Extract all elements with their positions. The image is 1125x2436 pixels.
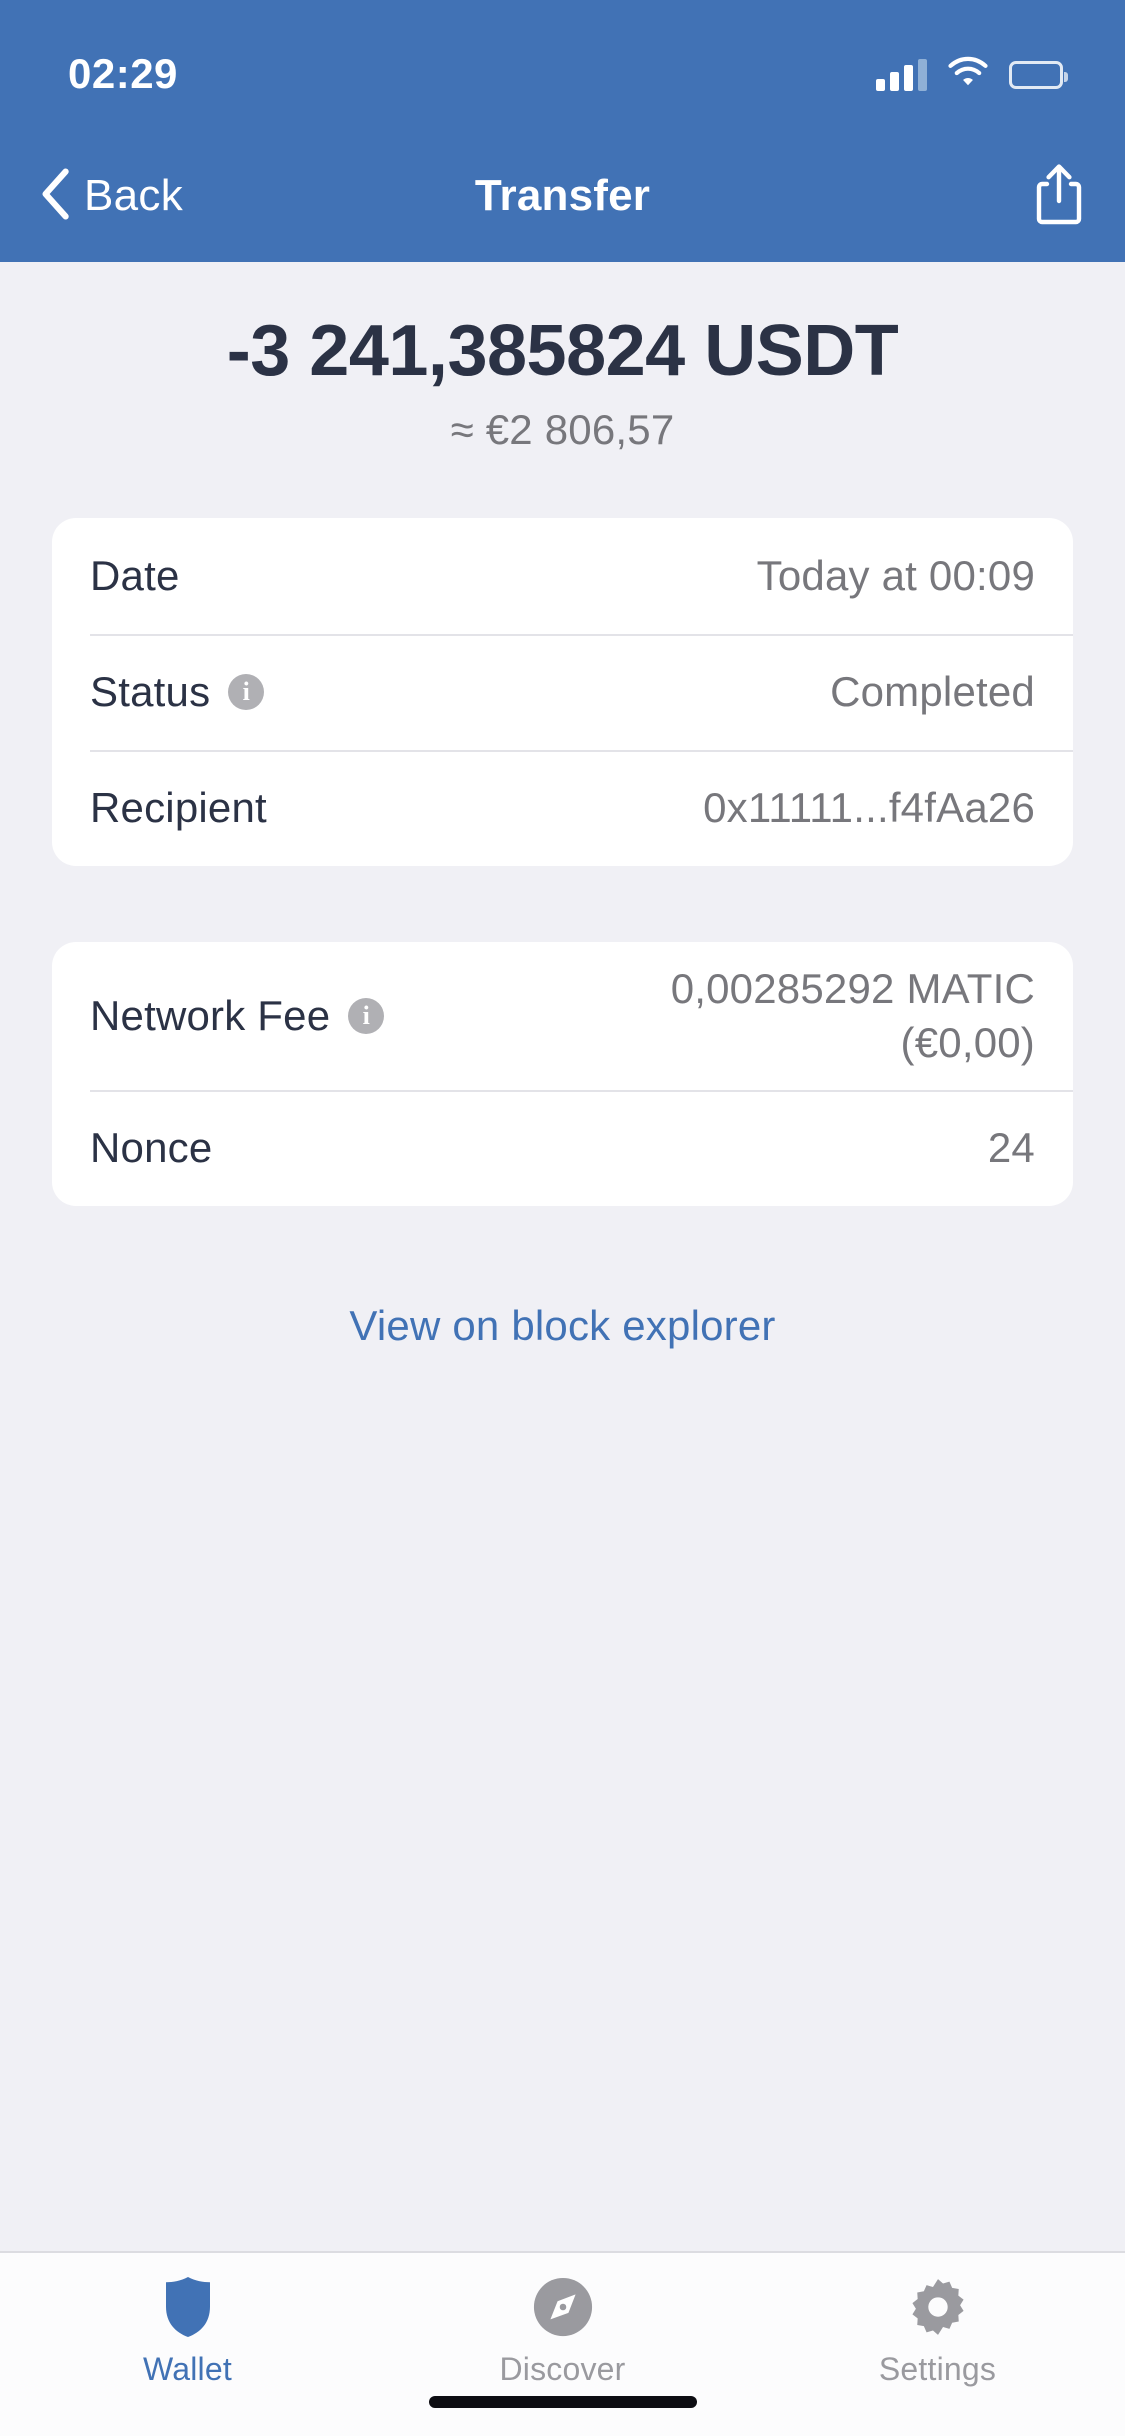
wifi-icon <box>947 56 989 93</box>
table-row: Date Today at 00:09 <box>52 518 1073 634</box>
nonce-value: 24 <box>987 1123 1035 1171</box>
home-indicator <box>428 2396 697 2408</box>
info-icon[interactable]: i <box>348 997 385 1034</box>
recipient-label: Recipient <box>90 783 267 831</box>
network-fee-fiat: (€0,00) <box>900 1018 1035 1066</box>
network-fee-crypto: 0,00285292 MATIC <box>670 964 1035 1012</box>
recipient-value[interactable]: 0x11111...f4fAa26 <box>703 784 1035 832</box>
tab-wallet[interactable]: Wallet <box>0 2275 375 2388</box>
gear-icon <box>907 2275 969 2339</box>
network-fee-card: Network Fee i 0,00285292 MATIC (€0,00) N… <box>52 941 1073 1206</box>
amount-summary: -3 241,385824 USDT ≈ €2 806,57 <box>0 262 1125 454</box>
navigation-bar: Back Transfer <box>0 130 1125 262</box>
status-value: Completed <box>830 667 1035 715</box>
tab-settings-label: Settings <box>878 2351 997 2387</box>
chevron-left-icon <box>40 167 70 225</box>
date-value: Today at 00:09 <box>756 551 1035 599</box>
info-icon[interactable]: i <box>228 673 265 710</box>
date-label: Date <box>90 551 180 599</box>
status-label-text: Status <box>90 667 211 715</box>
share-button[interactable] <box>1033 162 1085 231</box>
network-fee-label: Network Fee i <box>90 991 385 1040</box>
table-row: Nonce 24 <box>52 1089 1073 1206</box>
network-fee-label-text: Network Fee <box>90 991 331 1039</box>
table-row[interactable]: Recipient 0x11111...f4fAa26 <box>52 749 1073 866</box>
tab-wallet-label: Wallet <box>143 2351 232 2387</box>
network-fee-value: 0,00285292 MATIC (€0,00) <box>671 962 1035 1070</box>
bottom-tab-bar: Wallet Discover Settings <box>0 2251 1125 2436</box>
signal-bars-icon <box>876 58 927 91</box>
shield-icon <box>159 2275 217 2339</box>
transaction-details-card: Date Today at 00:09 Status i Completed R… <box>52 517 1073 866</box>
status-bar-time: 02:29 <box>68 50 178 97</box>
back-button-label: Back <box>84 171 184 220</box>
table-row: Network Fee i 0,00285292 MATIC (€0,00) <box>52 942 1073 1090</box>
status-bar: 02:29 <box>0 0 1125 130</box>
transaction-amount: -3 241,385824 USDT <box>226 311 899 391</box>
table-row: Status i Completed <box>52 633 1073 750</box>
app-header: 02:29 Back Transfer <box>0 0 1125 262</box>
transaction-amount-fiat: ≈ €2 806,57 <box>450 405 675 453</box>
content-area: -3 241,385824 USDT ≈ €2 806,57 Date Toda… <box>0 262 1125 2251</box>
tab-settings[interactable]: Settings <box>750 2275 1125 2388</box>
tab-discover[interactable]: Discover <box>375 2275 750 2388</box>
view-on-block-explorer-link[interactable]: View on block explorer <box>0 1302 1125 1350</box>
compass-icon <box>532 2275 594 2339</box>
nonce-label: Nonce <box>90 1123 213 1171</box>
share-icon <box>1033 162 1085 231</box>
tab-discover-label: Discover <box>499 2351 626 2387</box>
back-button[interactable]: Back <box>40 167 184 225</box>
transaction-detail-screen: 02:29 Back Transfer -3 241,385824 USDT ≈… <box>0 0 1125 2436</box>
status-bar-icons <box>876 56 1068 93</box>
status-label: Status i <box>90 667 265 716</box>
battery-icon <box>1009 60 1068 89</box>
